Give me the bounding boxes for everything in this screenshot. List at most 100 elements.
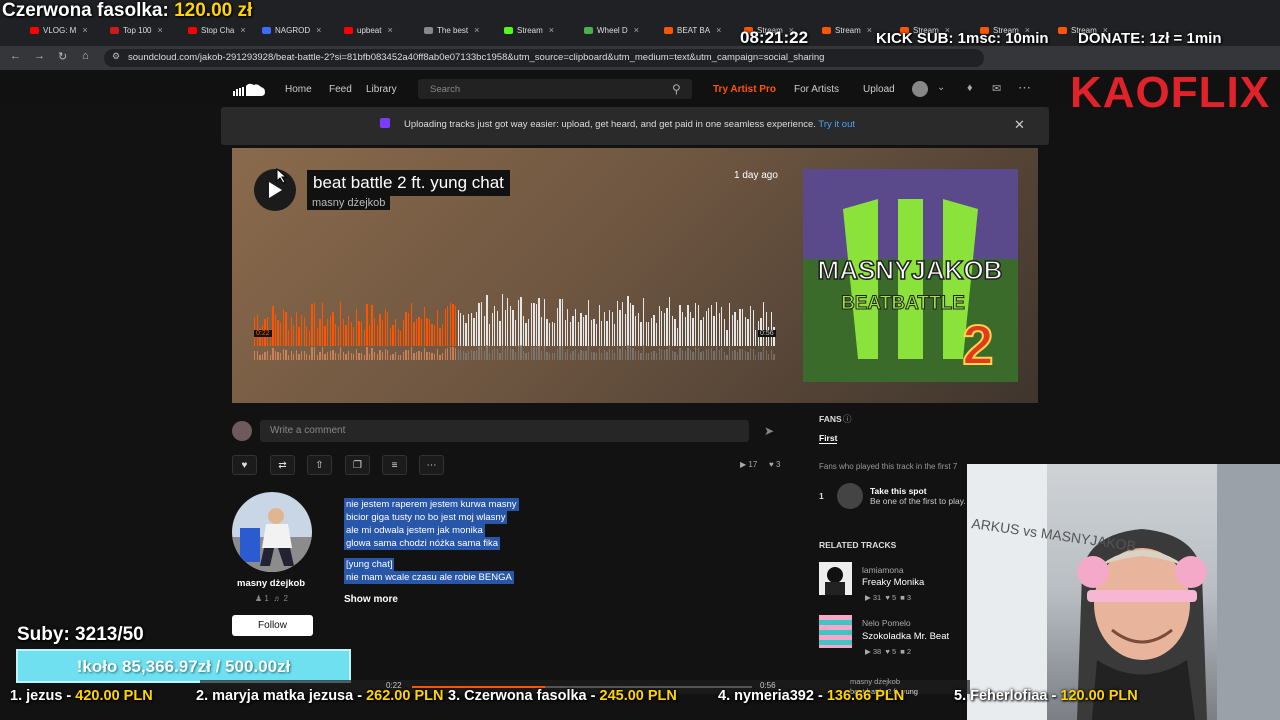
tab-close-icon[interactable]: ×: [549, 25, 554, 35]
comment-input[interactable]: Write a comment: [260, 420, 749, 442]
waveform-bar: [512, 309, 514, 346]
bell-icon[interactable]: ♦: [967, 82, 973, 94]
nav-home[interactable]: Home: [285, 84, 312, 95]
fans-tab-first[interactable]: First: [819, 433, 838, 444]
waveform-bar: [642, 297, 645, 346]
related-artist[interactable]: lamiamona: [862, 565, 904, 575]
home-icon[interactable]: ⌂: [82, 50, 89, 62]
mail-icon[interactable]: ✉: [992, 82, 1001, 95]
upload-link[interactable]: Upload: [863, 84, 895, 95]
play-button[interactable]: [254, 169, 296, 211]
tab-close-icon[interactable]: ×: [867, 25, 872, 35]
browser-tab[interactable]: Wheel D ×: [584, 22, 658, 38]
browser-tab[interactable]: Stream ×: [504, 22, 578, 38]
like-button[interactable]: ♥: [232, 455, 257, 475]
waveform-reflection: [374, 351, 376, 360]
uploader-name[interactable]: masny dżejkob: [237, 578, 305, 589]
chevron-down-icon[interactable]: ⌄: [937, 82, 945, 93]
add-to-playlist-button[interactable]: ≡: [382, 455, 407, 475]
tab-close-icon[interactable]: ×: [716, 25, 721, 35]
more-button[interactable]: ⋯: [419, 455, 444, 475]
waveform-reflection: [616, 346, 619, 360]
tab-close-icon[interactable]: ×: [474, 25, 479, 35]
user-avatar[interactable]: [912, 81, 928, 97]
waveform-bar: [561, 298, 564, 346]
comment-avatar: [232, 421, 252, 441]
browser-tab[interactable]: VLOG: M ×: [30, 22, 104, 38]
try-artist-pro-link[interactable]: Try Artist Pro: [713, 84, 776, 95]
related-artwork[interactable]: [819, 615, 852, 648]
tab-favicon-icon: [1058, 26, 1067, 34]
tab-close-icon[interactable]: ×: [634, 25, 639, 35]
send-icon[interactable]: ➤: [764, 424, 774, 438]
waveform-reflection: [334, 353, 337, 360]
mini-player-artist[interactable]: masny dżejkob: [850, 677, 900, 686]
tab-close-icon[interactable]: ×: [82, 25, 87, 35]
waveform-reflection: [423, 348, 425, 360]
reload-icon[interactable]: ↻: [58, 50, 67, 63]
tab-favicon-icon: [344, 26, 353, 34]
comment-small-icon: ■: [900, 593, 905, 602]
waveform-reflection: [361, 352, 363, 360]
browser-tab[interactable]: Stop Cha ×: [188, 22, 262, 38]
soundcloud-logo-icon[interactable]: [232, 82, 266, 98]
tab-close-icon[interactable]: ×: [316, 25, 321, 35]
waveform-bar: [447, 306, 449, 346]
related-artwork[interactable]: [819, 562, 852, 595]
waveform-reflection: [428, 351, 431, 360]
browser-tab[interactable]: upbeat ×: [344, 22, 418, 38]
waveform-bar: [687, 304, 689, 346]
more-menu-icon[interactable]: ⋯: [1018, 80, 1031, 96]
waveform[interactable]: [254, 290, 778, 360]
tab-label: Stream: [835, 25, 861, 35]
banner-link[interactable]: Try it out: [818, 119, 855, 130]
browser-tab[interactable]: The best ×: [424, 22, 498, 38]
browser-tab[interactable]: BEAT BA ×: [664, 22, 738, 38]
copy-link-button[interactable]: ❐: [345, 455, 370, 475]
url-bar[interactable]: soundcloud.com/jakob-291293928/beat-batt…: [104, 49, 984, 67]
related-comments: 3: [906, 593, 912, 602]
search-input[interactable]: Search: [418, 79, 692, 99]
related-track-title[interactable]: Freaky Monika: [862, 577, 924, 588]
nav-library[interactable]: Library: [366, 84, 397, 95]
waveform-reflection: [687, 347, 689, 360]
waveform-bar: [509, 306, 512, 346]
waveform-reflection: [426, 351, 428, 360]
forward-icon[interactable]: →: [34, 50, 45, 62]
tab-close-icon[interactable]: ×: [240, 25, 245, 35]
waveform-reflection: [418, 351, 420, 360]
related-plays: 38: [872, 647, 882, 656]
waveform-duration: 0:56: [758, 330, 776, 337]
waveform-reflection: [541, 351, 543, 360]
waveform-bar: [755, 330, 757, 346]
share-button[interactable]: ⇧: [307, 455, 332, 475]
browser-tab[interactable]: NAGROD ×: [262, 22, 336, 38]
waveform-reflection: [577, 352, 579, 360]
waveform-reflection: [765, 349, 767, 360]
browser-tab[interactable]: Top 100 ×: [110, 22, 184, 38]
description-line: glowa sama chodzi nóżka sama fika: [344, 537, 501, 550]
related-track-title[interactable]: Szokoladka Mr. Beat: [862, 631, 949, 642]
waveform-bar: [622, 301, 624, 346]
follow-button[interactable]: Follow: [232, 615, 313, 636]
tab-close-icon[interactable]: ×: [157, 25, 162, 35]
show-more-link[interactable]: Show more: [344, 594, 398, 605]
waveform-reflection: [632, 347, 634, 360]
waveform-reflection: [434, 353, 436, 360]
info-icon[interactable]: ⓘ: [843, 413, 852, 425]
waveform-reflection: [342, 351, 345, 360]
site-info-icon[interactable]: ⚙: [112, 51, 120, 62]
close-icon[interactable]: ✕: [1014, 117, 1025, 133]
waveform-bar: [355, 308, 358, 346]
search-icon[interactable]: ⚲: [672, 82, 681, 96]
related-likes: 5: [891, 647, 897, 656]
tab-close-icon[interactable]: ×: [387, 25, 392, 35]
back-icon[interactable]: ←: [10, 50, 21, 62]
waveform-reflection: [582, 351, 585, 360]
for-artists-link[interactable]: For Artists: [794, 84, 839, 95]
nav-feed[interactable]: Feed: [329, 84, 352, 95]
track-artist[interactable]: masny dżejkob: [307, 196, 391, 210]
repost-button[interactable]: ⇄: [270, 455, 295, 475]
related-artist[interactable]: Nelo Pomelo: [862, 618, 911, 628]
uploader-avatar[interactable]: [232, 492, 312, 572]
